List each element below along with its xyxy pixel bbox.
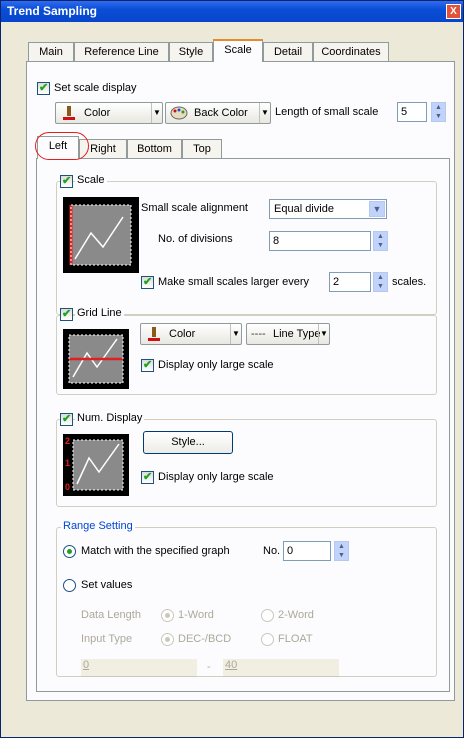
- dec-bcd-label: DEC-/BCD: [178, 633, 232, 645]
- chevron-down-icon: ▼: [318, 324, 329, 344]
- line-type-label: Line Type: [273, 328, 321, 340]
- small-scale-length-spinner[interactable]: ▲ ▼: [431, 102, 446, 122]
- one-word-label: 1-Word: [178, 609, 214, 621]
- range-dash: -: [207, 661, 211, 673]
- divisions-label: No. of divisions: [158, 233, 233, 245]
- tab-style[interactable]: Style: [169, 42, 213, 62]
- float-label: FLOAT: [278, 633, 313, 645]
- alignment-value: Equal divide: [274, 203, 334, 215]
- scale-checkbox[interactable]: ✔: [60, 175, 73, 188]
- chevron-down-icon: ▼: [230, 324, 241, 344]
- graph-no-spinner[interactable]: ▲ ▼: [334, 541, 349, 561]
- data-length-label: Data Length: [81, 609, 141, 621]
- num-display-checkbox[interactable]: ✔: [60, 413, 73, 426]
- subtab-bottom[interactable]: Bottom: [127, 139, 182, 159]
- line-type-button[interactable]: ---- Line Type ▼: [246, 323, 330, 345]
- chevron-down-icon: ▼: [259, 103, 270, 123]
- num-display-large-label: Display only large scale: [158, 471, 274, 483]
- chevron-down-icon: ▼: [151, 103, 162, 123]
- grid-color-button[interactable]: Color ▼: [140, 323, 242, 345]
- graph-no-input[interactable]: 0: [283, 541, 331, 561]
- title-bar: Trend Sampling X: [1, 1, 463, 22]
- back-color-button[interactable]: Back Color ▼: [165, 102, 271, 124]
- one-word-radio[interactable]: [161, 609, 174, 622]
- set-values-radio[interactable]: [63, 579, 76, 592]
- chevron-down-icon: ▼: [369, 201, 385, 217]
- match-graph-radio[interactable]: [63, 545, 76, 558]
- scale-tab-panel: ✔ Set scale display Color ▼ Back Color ▼…: [26, 61, 455, 701]
- float-radio[interactable]: [261, 633, 274, 646]
- divisions-spinner[interactable]: ▲ ▼: [373, 231, 388, 251]
- grid-display-large-checkbox[interactable]: ✔: [141, 359, 154, 372]
- trend-sampling-dialog: Trend Sampling X Main Reference Line Sty…: [0, 0, 464, 738]
- scale-color-button[interactable]: Color ▼: [55, 102, 163, 124]
- min-value-field[interactable]: 0: [81, 659, 197, 677]
- grid-line-group-label: Grid Line: [75, 307, 124, 319]
- tab-reference-line[interactable]: Reference Line: [74, 42, 169, 62]
- input-type-label: Input Type: [81, 633, 133, 645]
- dashed-line-icon: ----: [251, 328, 266, 340]
- scales-suffix-label: scales.: [392, 276, 427, 288]
- back-color-label: Back Color: [194, 107, 248, 119]
- num-display-large-checkbox[interactable]: ✔: [141, 471, 154, 484]
- two-word-radio[interactable]: [261, 609, 274, 622]
- dec-bcd-radio[interactable]: [161, 633, 174, 646]
- pen-icon: [148, 327, 160, 341]
- divisions-input[interactable]: 8: [269, 231, 371, 251]
- set-scale-display-checkbox[interactable]: ✔: [37, 82, 50, 95]
- larger-every-input[interactable]: 2: [329, 272, 371, 292]
- larger-every-spinner[interactable]: ▲ ▼: [373, 272, 388, 292]
- grid-display-large-label: Display only large scale: [158, 359, 274, 371]
- tab-main[interactable]: Main: [28, 42, 74, 62]
- grid-preview-image: [63, 329, 129, 389]
- set-scale-display-label: Set scale display: [54, 82, 137, 94]
- preview-number-2: 2: [65, 436, 71, 446]
- larger-every-checkbox[interactable]: ✔: [141, 276, 154, 289]
- grid-color-label: Color: [169, 328, 196, 340]
- alignment-select[interactable]: Equal divide ▼: [269, 199, 387, 219]
- highlight-circle: [35, 132, 89, 160]
- small-scale-length-input[interactable]: 5: [397, 102, 427, 122]
- grid-line-checkbox[interactable]: ✔: [60, 308, 73, 321]
- max-value-field[interactable]: 40: [223, 659, 339, 677]
- larger-every-label: Make small scales larger every: [158, 276, 309, 288]
- tab-scale[interactable]: Scale: [213, 39, 263, 62]
- scale-preview-image: [63, 197, 139, 273]
- tab-coordinates[interactable]: Coordinates: [313, 42, 389, 62]
- small-scale-length-label: Length of small scale: [275, 106, 379, 118]
- scale-group-label: Scale: [75, 174, 107, 186]
- left-subtab-panel: ✔ Scale Small scale alignment Equal divi…: [36, 158, 450, 692]
- pen-icon: [63, 106, 75, 120]
- preview-number-1: 1: [65, 458, 71, 468]
- tab-detail[interactable]: Detail: [263, 42, 313, 62]
- close-button[interactable]: X: [446, 4, 461, 19]
- alignment-label: Small scale alignment: [141, 202, 248, 214]
- set-values-label: Set values: [81, 579, 133, 591]
- num-display-group-label: Num. Display: [75, 412, 145, 424]
- match-graph-label: Match with the specified graph: [81, 545, 230, 557]
- preview-number-0: 0: [65, 482, 71, 492]
- style-button[interactable]: Style...: [143, 431, 233, 454]
- subtab-top[interactable]: Top: [182, 139, 222, 159]
- range-setting-group-label: Range Setting: [61, 520, 135, 532]
- two-word-label: 2-Word: [278, 609, 314, 621]
- palette-icon: [170, 106, 188, 120]
- scale-color-label: Color: [84, 107, 111, 119]
- num-preview-image: 2 1 0: [63, 434, 129, 496]
- graph-no-label: No.: [263, 545, 281, 557]
- window-title: Trend Sampling: [7, 4, 98, 18]
